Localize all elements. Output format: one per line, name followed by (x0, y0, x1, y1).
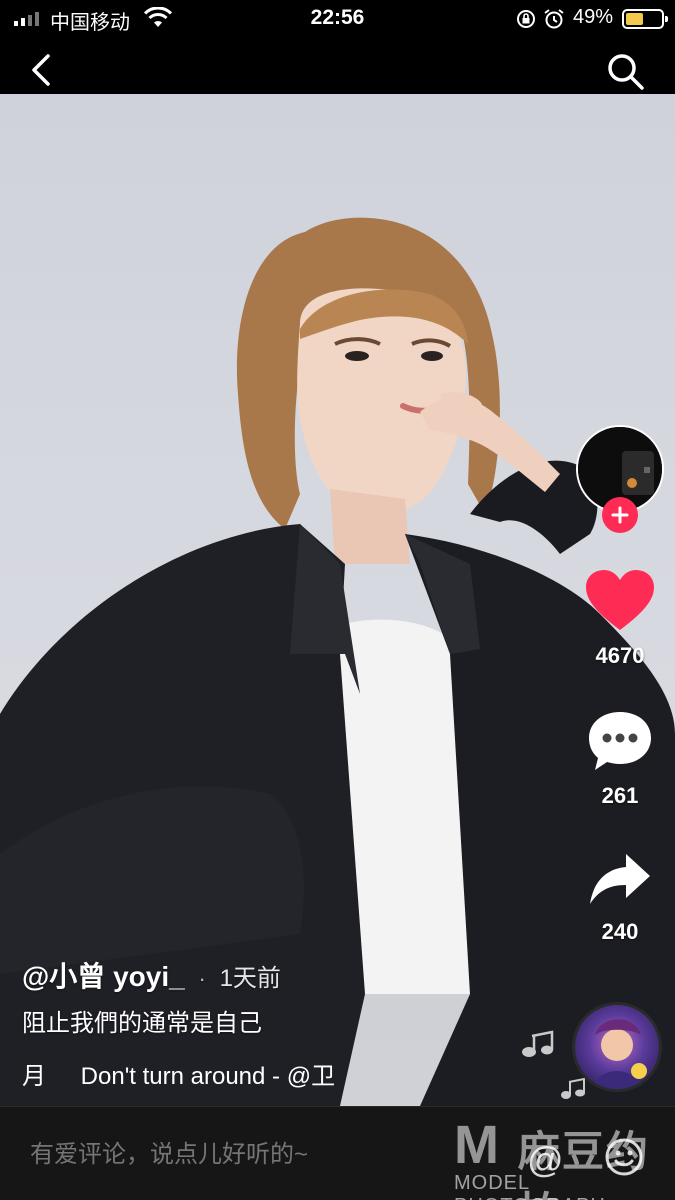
comment-count: 261 (601, 783, 639, 808)
plus-icon (611, 506, 629, 524)
like-button[interactable]: 4670 (574, 570, 666, 669)
share-icon (590, 854, 650, 904)
like-count: 4670 (595, 643, 645, 668)
alarm-icon (544, 9, 564, 29)
battery-fill (626, 13, 643, 25)
comment-bar: @ (0, 1106, 675, 1200)
back-icon[interactable] (22, 50, 62, 90)
separator-dot: · (198, 966, 206, 991)
music-note-icon (561, 1078, 585, 1099)
orientation-lock-icon (517, 10, 535, 28)
comment-input[interactable] (30, 1141, 470, 1169)
music-cover-image (593, 1019, 647, 1089)
comment-icon (589, 712, 651, 770)
share-button[interactable]: 240 (574, 852, 666, 945)
music-note-icon (522, 1030, 554, 1057)
comment-button[interactable]: 261 (574, 710, 666, 809)
search-icon[interactable] (604, 50, 646, 92)
heart-icon (586, 570, 654, 630)
video-description[interactable]: 阻止我們的通常是自己 (22, 1003, 262, 1038)
author-name[interactable]: @小曾 yoyi_ (22, 961, 185, 992)
emoji-icon[interactable] (604, 1137, 644, 1177)
battery-icon (622, 9, 668, 29)
mention-button[interactable]: @ (527, 1139, 564, 1181)
music-marquee[interactable]: 月 Don't turn around - @卫 (22, 1056, 372, 1090)
battery-percent: 49% (573, 6, 614, 28)
music-disc[interactable] (572, 1002, 662, 1092)
music-title: Don't turn around - @卫 (80, 1063, 336, 1090)
status-bar: 中国移动 22:56 49% (0, 0, 675, 38)
share-count: 240 (601, 919, 639, 944)
post-time: 1天前 (219, 965, 281, 992)
top-nav (0, 38, 675, 94)
follow-button[interactable] (602, 497, 638, 533)
author-line: @小曾 yoyi_ · 1天前 (22, 955, 281, 995)
music-glyph: 月 (22, 1063, 46, 1090)
